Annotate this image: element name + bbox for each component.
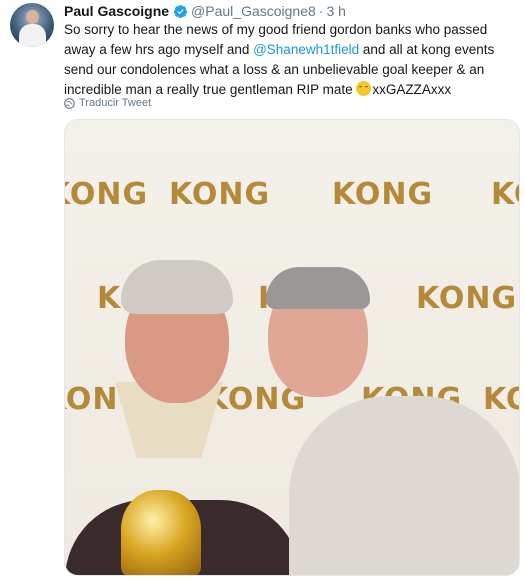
backdrop-logo: KONG	[332, 177, 434, 212]
backdrop-logo: KONG	[491, 177, 519, 212]
backdrop-logo: KONG	[416, 281, 518, 316]
right-man-tshirt	[289, 396, 519, 575]
tweet-header: Paul Gascoigne @Paul_Gascoigne8 · 3 h	[64, 2, 346, 20]
globe-icon	[64, 97, 75, 109]
backdrop-logo: KONG	[169, 177, 271, 212]
backdrop-logo: KONG	[65, 177, 149, 212]
tweet-text: So sorry to hear the news of my good fri…	[64, 20, 512, 100]
author-avatar[interactable]	[10, 3, 54, 47]
tweet-timestamp[interactable]: 3 h	[326, 3, 345, 19]
separator-dot: ·	[318, 3, 324, 19]
left-man-hair	[121, 260, 233, 314]
author-name[interactable]: Paul Gascoigne	[64, 3, 169, 19]
translate-label: Traducir Tweet	[79, 97, 152, 109]
verified-badge-icon	[173, 4, 188, 18]
avatar-body	[19, 24, 46, 47]
sad-face-emoji-icon	[356, 81, 372, 96]
avatar-head	[26, 10, 39, 24]
tweet-text-part-3: xxGAZZAxxx	[372, 82, 452, 97]
right-man-hair	[266, 267, 370, 309]
tweet[interactable]: Paul Gascoigne @Paul_Gascoigne8 · 3 h So…	[0, 0, 525, 581]
mention-link[interactable]: @Shanewh1tfield	[253, 42, 359, 57]
gold-trophy	[121, 490, 201, 575]
tweet-photo[interactable]: KONG KONG KONG KONG KONG KONG KONG KONG …	[64, 119, 520, 576]
backdrop-logo: KONG	[483, 382, 519, 417]
author-handle[interactable]: @Paul_Gascoigne8	[191, 3, 316, 19]
translate-tweet-link[interactable]: Traducir Tweet	[64, 96, 151, 110]
